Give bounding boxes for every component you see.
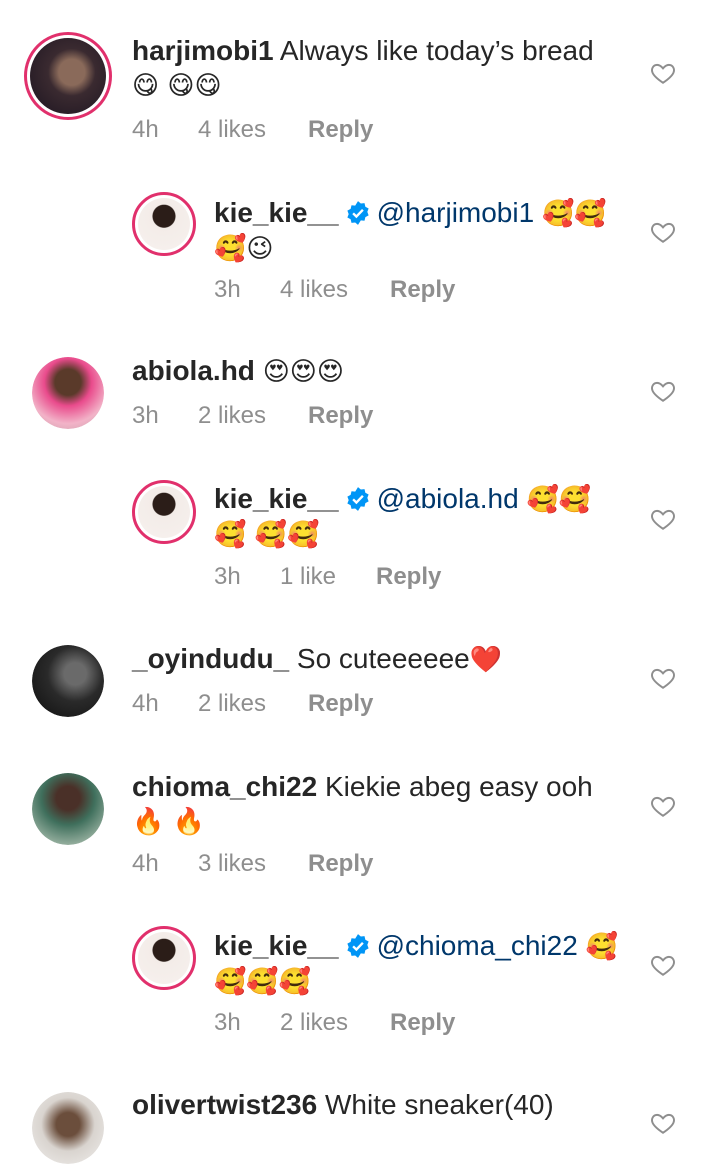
comment-time: 3h bbox=[214, 563, 241, 590]
comment-username[interactable]: chioma_chi22 bbox=[132, 771, 317, 802]
comment-text: olivertwist236 White sneaker(40) bbox=[132, 1088, 620, 1122]
likes-count[interactable]: 4 likes bbox=[198, 116, 308, 144]
verified-badge-icon bbox=[346, 487, 369, 511]
avatar[interactable] bbox=[32, 1092, 104, 1164]
avatar[interactable] bbox=[132, 480, 196, 544]
reply-button[interactable]: Reply bbox=[376, 563, 441, 591]
heart-icon[interactable] bbox=[650, 60, 676, 86]
comment-username[interactable]: harjimobi1 bbox=[132, 35, 274, 66]
mention-link[interactable]: @abiola.hd bbox=[377, 483, 519, 514]
comment-username[interactable]: kie_kie__ bbox=[214, 930, 339, 961]
likes-count[interactable]: 2 likes bbox=[280, 1009, 390, 1037]
avatar[interactable] bbox=[32, 357, 104, 429]
comment-meta: 3h 1 like Reply bbox=[214, 563, 441, 591]
reply-button[interactable]: Reply bbox=[308, 850, 373, 878]
comment-text: _oyindudu_ So cuteeeeee❤️ bbox=[132, 642, 620, 677]
heart-icon[interactable] bbox=[650, 665, 676, 691]
comment-meta: 4h 2 likes Reply bbox=[132, 690, 373, 718]
avatar[interactable] bbox=[132, 926, 196, 990]
mention-link[interactable]: @harjimobi1 bbox=[377, 197, 535, 228]
comment-meta: 4h 4 likes Reply bbox=[132, 116, 373, 144]
comment-emoji: 😍😍😍 bbox=[262, 357, 345, 387]
heart-icon[interactable] bbox=[650, 793, 676, 819]
reply-button[interactable]: Reply bbox=[390, 1009, 455, 1037]
reply-button[interactable]: Reply bbox=[308, 402, 373, 430]
heart-icon[interactable] bbox=[650, 378, 676, 404]
comment-time: 4h bbox=[132, 850, 159, 877]
comment-message: So cuteeeeee bbox=[296, 643, 470, 674]
reply-button[interactable]: Reply bbox=[308, 690, 373, 718]
comment-emoji: 😋 😋😋 bbox=[132, 71, 222, 101]
comment-meta: 3h 2 likes Reply bbox=[214, 1009, 455, 1037]
comment-message: White sneaker(40) bbox=[324, 1089, 554, 1120]
comment-message: Always like today’s bread bbox=[279, 35, 594, 66]
comment-text: kie_kie__ @harjimobi1 🥰🥰 🥰😉 bbox=[214, 196, 620, 266]
comment-username[interactable]: kie_kie__ bbox=[214, 197, 339, 228]
verified-badge-icon bbox=[346, 201, 369, 225]
avatar[interactable] bbox=[32, 645, 104, 717]
comment-username[interactable]: olivertwist236 bbox=[132, 1089, 317, 1120]
heart-icon[interactable] bbox=[650, 952, 676, 978]
heart-icon[interactable] bbox=[650, 219, 676, 245]
comment-emoji: ❤️ bbox=[469, 645, 503, 675]
comment-username[interactable]: kie_kie__ bbox=[214, 483, 339, 514]
avatar[interactable] bbox=[132, 192, 196, 256]
comment-text: abiola.hd 😍😍😍 bbox=[132, 354, 620, 389]
comment-text: chioma_chi22 Kiekie abeg easy ooh 🔥 🔥 bbox=[132, 770, 620, 839]
comment-time: 3h bbox=[214, 276, 241, 303]
likes-count[interactable]: 2 likes bbox=[198, 690, 308, 718]
comment-time: 4h bbox=[132, 116, 159, 143]
reply-button[interactable]: Reply bbox=[308, 116, 373, 144]
likes-count[interactable]: 3 likes bbox=[198, 850, 308, 878]
comment-meta: 3h 4 likes Reply bbox=[214, 276, 455, 304]
comment-time: 3h bbox=[214, 1009, 241, 1036]
comment-text: kie_kie__ @chioma_chi22 🥰 🥰🥰🥰 bbox=[214, 929, 620, 999]
comment-text: kie_kie__ @abiola.hd 🥰🥰🥰 🥰🥰 bbox=[214, 482, 620, 552]
verified-badge-icon bbox=[346, 934, 369, 958]
heart-icon[interactable] bbox=[650, 506, 676, 532]
comment-username[interactable]: abiola.hd bbox=[132, 355, 255, 386]
mention-link[interactable]: @chioma_chi22 bbox=[377, 930, 578, 961]
comment-message: Kiekie abeg easy ooh bbox=[324, 771, 593, 802]
avatar[interactable] bbox=[32, 773, 104, 845]
comment-meta: 3h 2 likes Reply bbox=[132, 402, 373, 430]
comment-emoji: 🔥 🔥 bbox=[132, 807, 206, 837]
comment-time: 4h bbox=[132, 690, 159, 717]
avatar[interactable] bbox=[24, 32, 112, 120]
reply-button[interactable]: Reply bbox=[390, 276, 455, 304]
likes-count[interactable]: 4 likes bbox=[280, 276, 390, 304]
comment-username[interactable]: _oyindudu_ bbox=[132, 643, 289, 674]
likes-count[interactable]: 2 likes bbox=[198, 402, 308, 430]
likes-count[interactable]: 1 like bbox=[280, 563, 376, 591]
heart-icon[interactable] bbox=[650, 1110, 676, 1136]
comment-meta: 4h 3 likes Reply bbox=[132, 850, 373, 878]
comment-text: harjimobi1 Always like today’s bread 😋 😋… bbox=[132, 34, 620, 103]
comment-time: 3h bbox=[132, 402, 159, 429]
